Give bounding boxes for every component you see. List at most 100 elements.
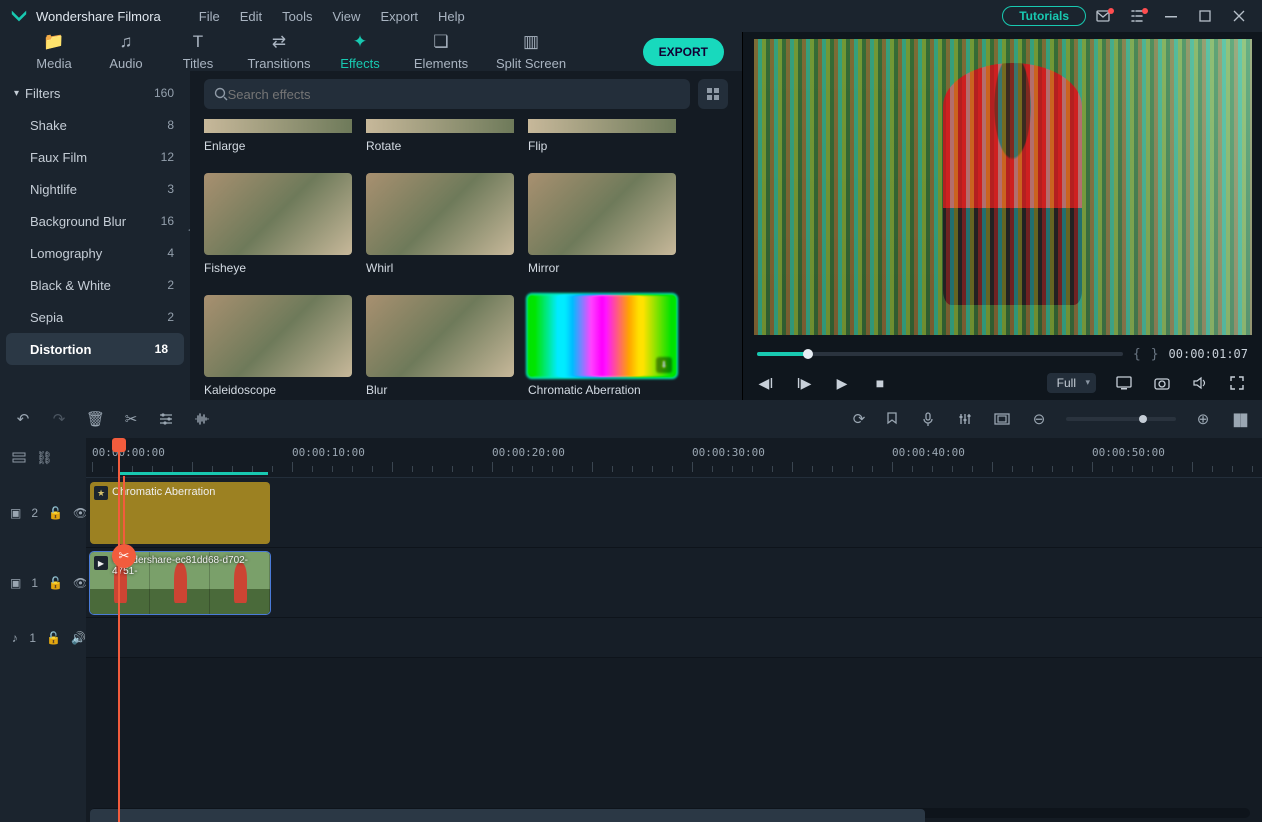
- timeline-tracks[interactable]: 00:00:00:0000:00:10:0000:00:20:0000:00:3…: [86, 438, 1262, 822]
- message-icon[interactable]: [1086, 0, 1120, 32]
- menu-file[interactable]: File: [189, 9, 230, 24]
- minimize-button[interactable]: [1154, 0, 1188, 32]
- tab-media[interactable]: 📁Media: [18, 32, 90, 71]
- view-grid-button[interactable]: [698, 79, 728, 109]
- lock-icon[interactable]: 🔓: [48, 576, 63, 590]
- zoom-to-fit-icon[interactable]: ▮▮: [1230, 409, 1248, 430]
- effect-label: Whirl: [366, 261, 514, 275]
- effect-card-rotate[interactable]: Rotate: [366, 119, 514, 153]
- search-box[interactable]: [204, 79, 690, 109]
- effect-card-whirl[interactable]: Whirl: [366, 173, 514, 275]
- aspect-adjust-icon[interactable]: [994, 413, 1012, 425]
- effect-card-blur[interactable]: Blur: [366, 295, 514, 397]
- volume-icon[interactable]: [1192, 376, 1210, 390]
- render-preview-icon[interactable]: ⟳: [850, 410, 868, 428]
- menu-export[interactable]: Export: [370, 9, 428, 24]
- speaker-icon[interactable]: 🔊: [71, 631, 86, 645]
- menu-tools[interactable]: Tools: [272, 9, 322, 24]
- zoom-slider[interactable]: [1066, 417, 1176, 421]
- filter-sidebar: Filters160 Shake8 Faux Film12 Nightlife3…: [0, 71, 190, 405]
- clip-effect-chromatic[interactable]: ★ Chromatic Aberration: [90, 482, 270, 544]
- in-out-range[interactable]: [118, 472, 268, 475]
- menu-view[interactable]: View: [322, 9, 370, 24]
- scissor-playhead-icon[interactable]: ✂: [112, 544, 136, 568]
- undo-button[interactable]: ↶: [14, 410, 32, 428]
- preview-quality-select[interactable]: Full: [1047, 373, 1096, 393]
- sidebar-group-filters[interactable]: Filters160: [0, 77, 190, 109]
- audio-mixer-icon[interactable]: [958, 412, 976, 426]
- delete-button[interactable]: 🗑: [86, 410, 104, 428]
- ruler-tick: 00:00:20:00: [492, 446, 565, 459]
- play-button[interactable]: ▶: [833, 375, 851, 392]
- effect-card-chromatic-aberration[interactable]: ⬇ Chromatic Aberration: [528, 295, 676, 397]
- effect-gallery: Enlarge Rotate Flip Fisheye Whirl Mirror Kalei…: [190, 71, 742, 405]
- export-button[interactable]: EXPORT: [643, 38, 724, 66]
- tasks-icon[interactable]: [1120, 0, 1154, 32]
- fullscreen-icon[interactable]: [1230, 376, 1248, 390]
- track-manager-icon[interactable]: [12, 451, 26, 465]
- preview-scrubber[interactable]: [757, 352, 1123, 356]
- adjust-button[interactable]: [158, 412, 176, 426]
- stop-button[interactable]: ■: [871, 375, 889, 391]
- maximize-button[interactable]: [1188, 0, 1222, 32]
- effect-card-flip[interactable]: Flip: [528, 119, 676, 153]
- sidebar-item-nightlife[interactable]: Nightlife3: [0, 173, 190, 205]
- lock-icon[interactable]: 🔓: [48, 506, 63, 520]
- sidebar-item-shake[interactable]: Shake8: [0, 109, 190, 141]
- voiceover-icon[interactable]: [922, 412, 940, 426]
- sidebar-item-sepia[interactable]: Sepia2: [0, 301, 190, 333]
- search-input[interactable]: [228, 87, 680, 102]
- effect-card-enlarge[interactable]: Enlarge: [204, 119, 352, 153]
- display-settings-icon[interactable]: [1116, 376, 1134, 390]
- effect-card-fisheye[interactable]: Fisheye: [204, 173, 352, 275]
- effect-label: Chromatic Aberration: [528, 383, 676, 397]
- effect-label: Flip: [528, 139, 676, 153]
- playhead[interactable]: [118, 438, 120, 822]
- track-header-video[interactable]: ▣1 🔓 👁: [0, 548, 86, 618]
- tab-transitions[interactable]: ⇄Transitions: [234, 32, 324, 71]
- tutorials-button[interactable]: Tutorials: [1002, 6, 1086, 26]
- ruler-tick: 00:00:40:00: [892, 446, 965, 459]
- track-header-audio[interactable]: ♪1 🔓 🔊: [0, 618, 86, 658]
- track-header-fx[interactable]: ▣2 🔓 👁: [0, 478, 86, 548]
- sidebar-item-background-blur[interactable]: Background Blur16: [0, 205, 190, 237]
- effect-card-kaleidoscope[interactable]: Kaleidoscope: [204, 295, 352, 397]
- effect-label: Rotate: [366, 139, 514, 153]
- close-button[interactable]: [1222, 0, 1256, 32]
- sidebar-item-distortion[interactable]: Distortion18: [6, 333, 184, 365]
- ruler-tick: 00:00:50:00: [1092, 446, 1165, 459]
- mark-out-button[interactable]: }: [1151, 347, 1159, 362]
- preview-viewport[interactable]: [743, 32, 1262, 342]
- redo-button[interactable]: ↷: [50, 410, 68, 428]
- zoom-out-icon[interactable]: ⊖: [1030, 410, 1048, 428]
- tab-split-screen[interactable]: ▥Split Screen: [486, 32, 576, 71]
- menu-help[interactable]: Help: [428, 9, 475, 24]
- tab-audio[interactable]: ♫Audio: [90, 32, 162, 71]
- effect-card-mirror[interactable]: Mirror: [528, 173, 676, 275]
- cut-button[interactable]: ✂: [122, 410, 140, 428]
- prev-frame-button[interactable]: ◀Ⅰ: [757, 375, 775, 392]
- tab-titles[interactable]: TTitles: [162, 32, 234, 71]
- zoom-in-icon[interactable]: ⊕: [1194, 410, 1212, 428]
- play-icon: ▶: [94, 556, 108, 570]
- snapshot-icon[interactable]: [1154, 376, 1172, 390]
- sidebar-collapse-handle[interactable]: ◀: [188, 223, 190, 253]
- marker-icon[interactable]: [886, 412, 904, 426]
- audio-waveform-icon[interactable]: [194, 412, 212, 426]
- effect-label: Blur: [366, 383, 514, 397]
- ruler-tick: 00:00:30:00: [692, 446, 765, 459]
- tab-elements[interactable]: ❏Elements: [396, 32, 486, 71]
- sidebar-item-black-white[interactable]: Black & White2: [0, 269, 190, 301]
- download-icon[interactable]: ⬇: [656, 357, 672, 373]
- timeline-scrollbar[interactable]: [90, 808, 1250, 818]
- sidebar-item-faux-film[interactable]: Faux Film12: [0, 141, 190, 173]
- mark-in-button[interactable]: {: [1133, 347, 1141, 362]
- sidebar-item-lomography[interactable]: Lomography4: [0, 237, 190, 269]
- lock-icon[interactable]: 🔓: [46, 631, 61, 645]
- tab-effects[interactable]: ✦Effects: [324, 32, 396, 71]
- ruler-tick: 00:00:10:00: [292, 446, 365, 459]
- next-frame-button[interactable]: Ⅰ▶: [795, 375, 813, 392]
- menu-edit[interactable]: Edit: [230, 9, 272, 24]
- link-icon[interactable]: ⛓: [36, 450, 53, 466]
- effect-label: Fisheye: [204, 261, 352, 275]
